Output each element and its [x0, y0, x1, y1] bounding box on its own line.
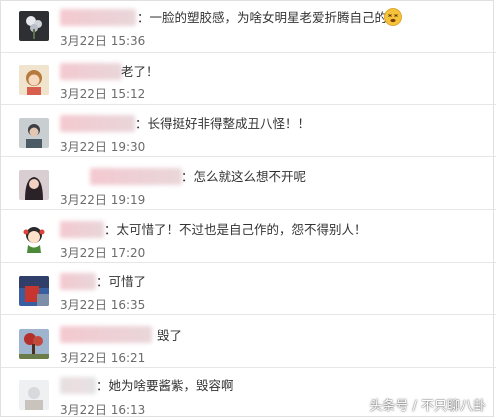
- username-blurred[interactable]: [60, 221, 104, 238]
- cartoon-kid-avatar[interactable]: [19, 223, 49, 253]
- comment-item: ：一脸的塑胶感，为啥女明星老爱折腾自己的脸 3月22日 15:36: [1, 1, 496, 53]
- username-blurred[interactable]: [60, 273, 96, 290]
- comment-text: ：可惜了: [96, 274, 147, 289]
- comment-item: 毁了 3月22日 16:21: [1, 316, 496, 368]
- comment-time: 3月22日 16:35: [60, 298, 146, 312]
- comment-text: ：一脸的塑胶感，为啥女明星老爱折腾自己的脸: [137, 10, 400, 25]
- red-tree-avatar[interactable]: [19, 329, 49, 359]
- username-blurred[interactable]: [60, 9, 136, 26]
- comment-time: 3月22日 19:30: [60, 140, 146, 154]
- dizzy-face-emoji: [384, 8, 402, 26]
- comment-text: ：太可惜了！不过也是自己作的，怨不得别人！: [104, 222, 367, 237]
- comment-item: ：长得挺好非得整成丑八怪！！ 3月22日 19:30: [1, 105, 496, 157]
- comment-time: 3月22日 15:12: [60, 87, 146, 101]
- cartoon-girl-avatar[interactable]: [19, 65, 49, 95]
- flower-photo-avatar[interactable]: [19, 11, 49, 41]
- comment-time: 3月22日 17:20: [60, 246, 146, 260]
- comment-time: 3月22日 15:36: [60, 34, 146, 48]
- comment-item: 老了！ 3月22日 15:12: [1, 53, 496, 105]
- username-blurred[interactable]: [60, 115, 135, 132]
- comment-text: ：她为啥要酱紫，毁容啊: [96, 378, 234, 393]
- comment-text: 毁了: [157, 328, 183, 343]
- comment-text: ：怎么就这么想不开呢: [181, 169, 307, 184]
- username-blurred[interactable]: [60, 63, 122, 80]
- comment-time: 3月22日 19:19: [60, 193, 146, 207]
- comment-item: ：可惜了 3月22日 16:35: [1, 263, 496, 315]
- comment-text: ：长得挺好非得整成丑八怪！！: [135, 116, 311, 131]
- comment-item: ：太可惜了！不过也是自己作的，怨不得别人！ 3月22日 17:20: [1, 211, 496, 263]
- light-photo-avatar[interactable]: [19, 380, 49, 410]
- username-blurred[interactable]: [60, 377, 96, 394]
- woman-photo-avatar[interactable]: [19, 170, 49, 200]
- username-blurred[interactable]: [90, 168, 182, 185]
- red-blue-photo-avatar[interactable]: [19, 276, 49, 306]
- comment-list-panel: ：一脸的塑胶感，为啥女明星老爱折腾自己的脸 3月22日 15:36 老了！ 3月…: [0, 0, 496, 417]
- username-blurred[interactable]: [60, 326, 152, 343]
- watermark: 头条号 / 不只聊八卦: [369, 399, 486, 414]
- person-photo-avatar[interactable]: [19, 118, 49, 148]
- comment-time: 3月22日 16:13: [60, 403, 146, 417]
- comment-time: 3月22日 16:21: [60, 351, 146, 365]
- comment-item: ：怎么就这么想不开呢 3月22日 19:19: [1, 158, 496, 210]
- comment-text: 老了！: [121, 64, 159, 79]
